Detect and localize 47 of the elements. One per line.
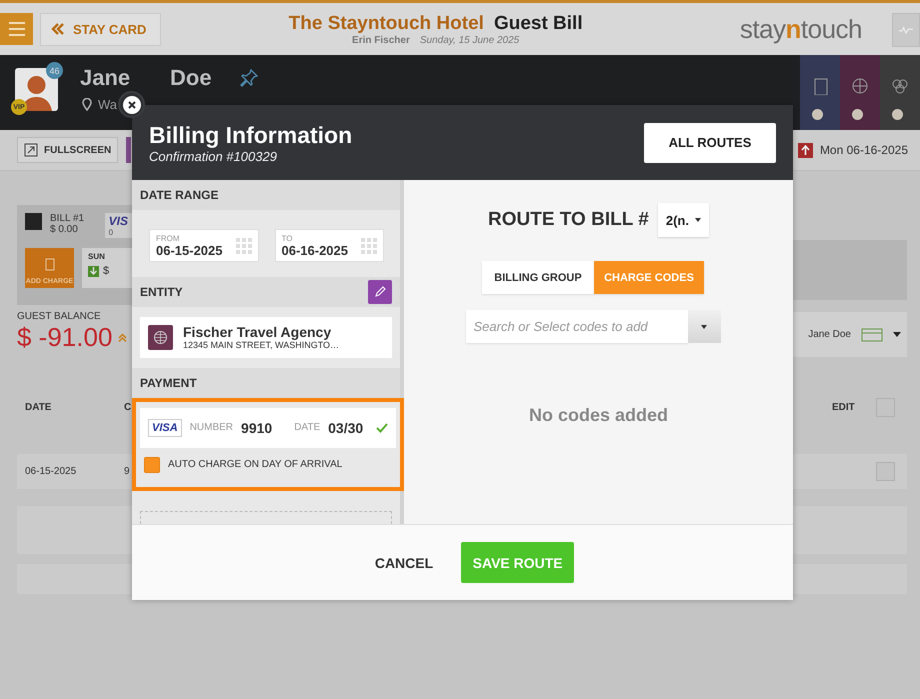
cancel-button[interactable]: CANCEL [368, 554, 440, 572]
balance-amount: $ -91.00 [17, 322, 112, 353]
day-amount: $ [103, 265, 110, 277]
tab[interactable]: BILLING GROUP [482, 261, 594, 294]
column-header: C [124, 402, 132, 412]
section-header: DATE RANGE [132, 180, 400, 210]
auto-charge-label: AUTO CHARGE ON DAY OF ARRIVAL [168, 459, 342, 470]
dialog-title: Billing Information [149, 122, 352, 148]
column-header: DATE [25, 402, 52, 412]
section-header: ENTITY [140, 285, 183, 299]
day-label: SUN [88, 252, 106, 261]
bill-amount: $ 0.00 [50, 224, 79, 235]
hotel-name: The Stayntouch Hotel [288, 12, 484, 34]
date-field[interactable]: TO 06-16-2025 [274, 229, 384, 262]
balance-label: GUEST BALANCE [17, 311, 102, 322]
date-label: DATE [294, 422, 320, 434]
departure-date: Mon 06-16-2025 [820, 143, 908, 157]
card-number: 9910 [241, 420, 272, 436]
section-header: PAYMENT [132, 368, 400, 398]
code-search-field[interactable]: Search or Select codes to add [466, 310, 688, 343]
payer-name: Jane Doe [808, 329, 851, 340]
current-date: Sunday, 15 June 2025 [420, 34, 520, 46]
brand-logo: stayntouch [740, 14, 862, 44]
guest-location: Wa [98, 97, 118, 112]
fullscreen-button[interactable]: FULLSCREEN [17, 137, 118, 163]
payer-selector[interactable]: Jane Doe [793, 312, 907, 357]
confirmation-number: Confirmation #100329 [149, 148, 278, 164]
table-cell-text: 06-15-2025 [25, 466, 78, 477]
route-label: ROUTE TO BILL # [488, 209, 649, 231]
number-label: NUMBER [190, 422, 234, 434]
user-name: Erin Fischer [352, 34, 410, 46]
card-logo: VIS 0 [104, 213, 132, 238]
entity-address: 12345 MAIN STREET, WASHINGTO… [183, 340, 340, 350]
column-header: EDIT [832, 402, 856, 412]
bill-select[interactable]: 2(n. [658, 203, 709, 237]
bill-number: BILL #1 [50, 213, 84, 224]
visa-logo: VISA [148, 418, 182, 437]
table-cell: 9 [124, 466, 130, 477]
expiry-date: 03/30 [328, 420, 364, 436]
page-title: Guest Bill [494, 12, 583, 34]
guest-first-name: Jane [80, 65, 132, 91]
guest-last-name: Doe [170, 65, 213, 91]
empty-message: No codes added [528, 405, 668, 426]
entity-name: Fischer Travel Agency [183, 324, 332, 340]
date-field[interactable]: FROM 06-15-2025 [149, 229, 258, 262]
all-routes-button[interactable]: ALL ROUTES [644, 122, 776, 162]
count-badge: 46 [46, 62, 63, 79]
